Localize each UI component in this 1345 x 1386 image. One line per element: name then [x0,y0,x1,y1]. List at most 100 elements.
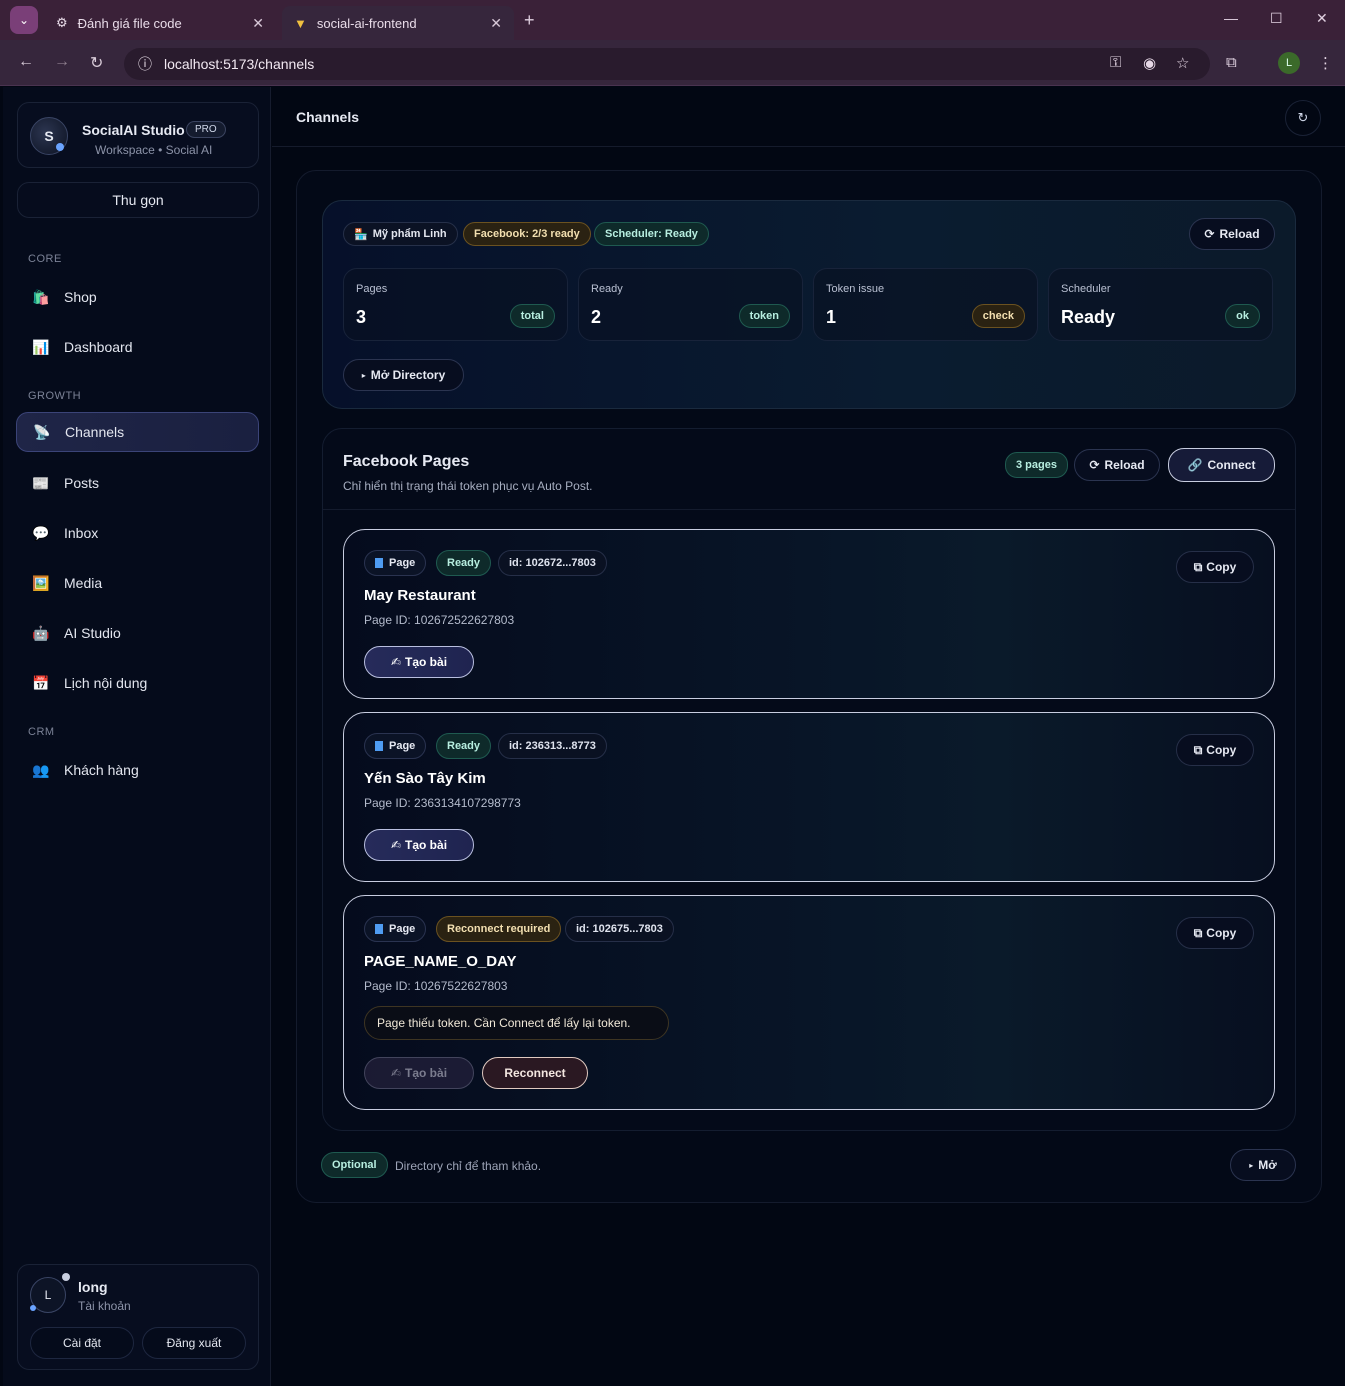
browser-tab-1[interactable]: ⚙ Đánh giá file code ✕ [44,6,276,40]
facebook-status-pill: Facebook: 2/3 ready [463,222,591,246]
section-core: CORE [28,253,62,265]
copy-button[interactable]: ⧉ Copy [1176,917,1254,949]
profile-avatar[interactable]: L [1278,52,1300,74]
browser-tab-title: social-ai-frontend [316,15,417,31]
minimize-icon[interactable]: — [1224,10,1238,26]
satellite-icon: 📡 [33,423,51,440]
sidebar-item-label: Khách hàng [64,762,139,778]
connect-button[interactable]: 🔗 Connect [1168,448,1275,482]
status-badge: Reconnect required [436,916,562,942]
settings-button[interactable]: Cài đặt [30,1327,134,1359]
logout-button[interactable]: Đăng xuất [142,1327,246,1359]
sidebar-item-calendar[interactable]: 📅 Lịch nội dung [16,663,259,703]
create-post-button[interactable]: ✍ Tạo bài [364,646,474,678]
copy-button[interactable]: ⧉ Copy [1176,734,1254,766]
directory-label: Mở Directory [370,368,446,382]
copy-label: Copy [1206,560,1237,574]
copy-icon: ⧉ [1193,742,1203,757]
page-square-icon [375,558,383,568]
page-title: Channels [296,109,360,125]
sidebar-item-label: Shop [64,289,97,305]
create-post-label: Tạo bài [405,655,448,669]
refresh-button[interactable]: ↻ [1285,100,1321,136]
close-tab-icon[interactable]: ✕ [252,15,264,32]
forward-icon[interactable]: → [54,53,70,71]
writing-hand-icon: ✍ [390,1066,402,1080]
shop-pill[interactable]: 🏪 Mỹ phẩm Linh [343,222,458,246]
key-icon[interactable]: ⚿ [1110,54,1121,71]
stat-badge: ok [1225,304,1260,328]
sidebar-item-dashboard[interactable]: 📊 Dashboard [16,327,259,367]
status-dot [56,143,64,151]
create-post-button[interactable]: ✍ Tạo bài [364,1057,474,1089]
sidebar-item-shop[interactable]: 🛍️ Shop [16,277,259,317]
sidebar-item-inbox[interactable]: 💬 Inbox [16,513,259,553]
extensions-icon[interactable]: ⧉ [1226,54,1237,71]
optional-pill: Optional [321,1152,388,1178]
browser-tab-2[interactable]: ▼ social-ai-frontend ✕ [282,6,514,40]
page-id-tag: id: 102675...7803 [565,916,674,942]
refresh-icon: ↻ [1297,110,1309,125]
copy-button[interactable]: ⧉ Copy [1176,551,1254,583]
reload-label: Reload [1104,458,1145,472]
user-name: long [78,1279,108,1295]
close-tab-icon[interactable]: ✕ [490,15,502,32]
sidebar-item-ai-studio[interactable]: 🤖 AI Studio [16,613,259,653]
page-name: Yến Sào Tây Kim [364,770,486,787]
sidebar: S SocialAI Studio PRO Workspace • Social… [3,87,271,1386]
back-icon[interactable]: ← [18,53,34,71]
facebook-reload-button[interactable]: ⟳ Reload [1074,449,1160,481]
page-square-icon [375,741,383,751]
collapse-button[interactable]: Thu gọn [17,182,259,218]
shop-icon: 🏪 [354,228,368,241]
page-id: Page ID: 10267522627803 [364,979,508,993]
page-type-tag: Page [364,550,427,576]
stat-value: Ready [1061,307,1116,327]
stat-label: Ready [591,283,623,295]
maximize-icon[interactable]: ☐ [1270,10,1283,27]
new-tab-icon[interactable]: + [524,10,535,31]
user-subtitle: Tài khoản [78,1299,131,1313]
online-dot [62,1273,70,1281]
reconnect-button[interactable]: Reconnect [482,1057,588,1089]
eye-icon[interactable]: ◉ [1143,54,1156,72]
stat-label: Scheduler [1061,283,1111,295]
shop-pill-label: Mỹ phẩm Linh [372,228,447,240]
page-square-icon [375,924,383,934]
reload-icon: ⟳ [1089,458,1100,472]
page-type-label: Page [389,557,416,569]
scheduler-status-pill: Scheduler: Ready [594,222,709,246]
page-id: Page ID: 2363134107298773 [364,796,521,810]
reload-icon[interactable]: ↻ [90,53,103,73]
stat-label: Pages [356,283,388,295]
summary-reload-button[interactable]: ⟳ Reload [1189,218,1275,250]
stat-ready: Ready 2 token [578,268,803,341]
sidebar-item-media[interactable]: 🖼️ Media [16,563,259,603]
stat-badge: token [738,304,790,328]
sidebar-item-customers[interactable]: 👥 Khách hàng [16,750,259,790]
browser-tab-strip: ⌄ ⚙ Đánh giá file code ✕ ▼ social-ai-fro… [0,0,1345,40]
divider [323,509,1295,510]
page-name: PAGE_NAME_O_DAY [364,953,517,970]
section-subtitle: Chỉ hiển thị trạng thái token phục vụ Au… [343,479,593,493]
section-crm: CRM [28,726,55,738]
site-info-icon[interactable]: ⓘ [138,54,152,74]
stat-token-issue: Token issue 1 check [813,268,1038,341]
triangle-right-icon: ▸ [1249,1160,1254,1170]
chat-bubble-icon: 💬 [32,524,50,541]
create-post-button[interactable]: ✍ Tạo bài [364,829,474,861]
page-card: Page Reconnect required id: 102675...780… [343,895,1275,1110]
more-menu-icon[interactable]: ⋮ [1318,54,1333,72]
sidebar-item-posts[interactable]: 📰 Posts [16,463,259,503]
stat-value: 1 [826,307,837,327]
close-window-icon[interactable]: ✕ [1316,10,1328,27]
open-directory-button[interactable]: ▸ Mở Directory [343,359,464,391]
star-icon[interactable]: ☆ [1176,54,1189,72]
sidebar-item-channels[interactable]: 📡 Channels [16,412,259,452]
tab-search-button[interactable]: ⌄ [10,6,38,34]
open-optional-button[interactable]: ▸ Mở [1230,1149,1296,1181]
address-bar[interactable]: ⓘ localhost:5173/channels [124,48,1210,80]
robot-icon: 🤖 [32,624,50,641]
token-warning: Page thiếu token. Cần Connect để lấy lại… [364,1006,669,1040]
brand-card[interactable]: S SocialAI Studio PRO Workspace • Social… [17,102,259,168]
